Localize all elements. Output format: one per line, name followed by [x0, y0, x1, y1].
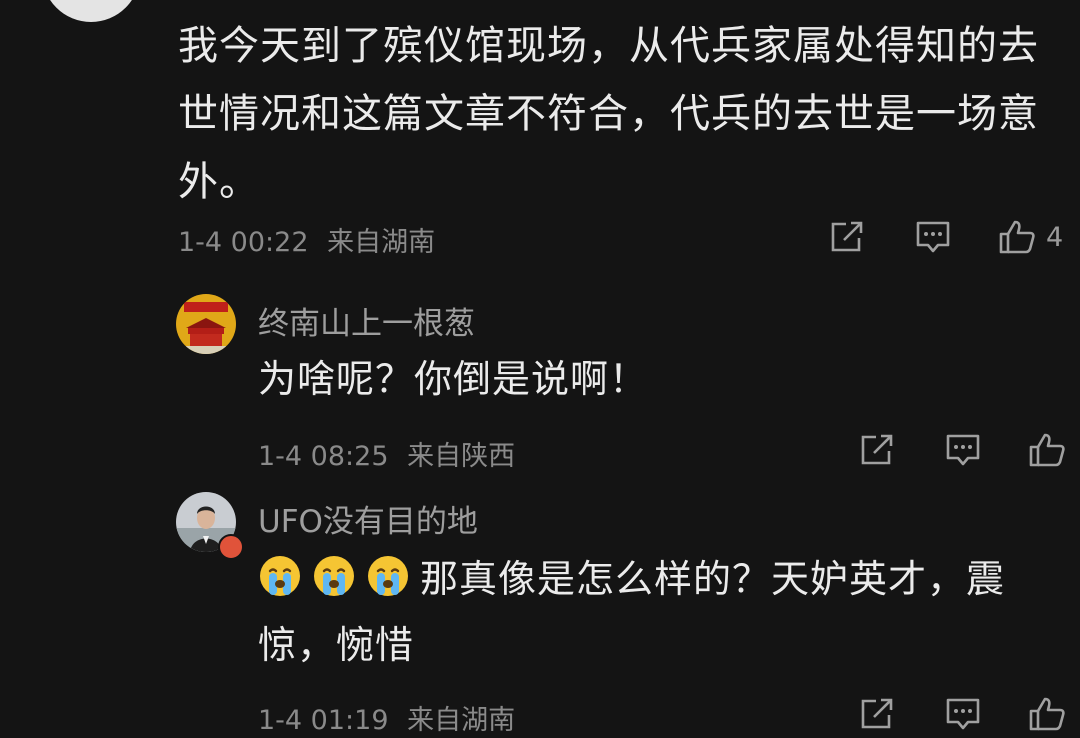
share-icon	[861, 698, 893, 729]
share-button[interactable]	[858, 696, 896, 732]
comment-time: 1-4 00:22	[178, 227, 309, 258]
like-button[interactable]	[1028, 696, 1066, 732]
comment-location: 来自湖南	[327, 227, 436, 258]
reply-icon	[946, 698, 980, 730]
reply-icon	[946, 434, 980, 466]
reply-button[interactable]	[944, 696, 982, 732]
reply-button[interactable]	[914, 219, 952, 255]
share-button[interactable]	[858, 432, 896, 468]
reply-time: 1-4 01:19	[258, 705, 389, 736]
reply-location: 来自湖南	[407, 705, 516, 736]
comment-meta: 1-4 00:22 来自湖南	[178, 220, 435, 259]
reply-text: 为啥呢？你倒是说啊！	[258, 357, 649, 401]
like-button[interactable]	[1028, 432, 1066, 468]
like-count: 4	[1046, 221, 1064, 253]
reply-button[interactable]	[944, 432, 982, 468]
like-icon	[1029, 433, 1065, 467]
reply-username[interactable]: UFO没有目的地	[258, 496, 478, 541]
crying-face-icon	[368, 556, 408, 596]
comment-text: 我今天到了殡仪馆现场，从代兵家属处得知的去世情况和这篇文章不符合，代兵的去世是一…	[178, 23, 1039, 205]
crying-face-icon	[314, 556, 354, 596]
reply-icon	[916, 221, 950, 253]
reply-location: 来自陕西	[407, 441, 516, 472]
reply-meta: 1-4 01:19 来自湖南	[258, 698, 515, 737]
reply-text-block: 那真像是怎么样的？天妒英才，震惊，惋惜	[258, 546, 1038, 678]
like-icon	[999, 220, 1035, 254]
reply-meta: 1-4 08:25 来自陕西	[258, 434, 515, 473]
avatar[interactable]	[176, 294, 236, 354]
like-button[interactable]: 4	[998, 219, 1063, 255]
share-button[interactable]	[828, 219, 866, 255]
reply-actions	[858, 432, 1066, 468]
tiananmen-avatar-icon	[176, 294, 236, 354]
comment-actions: 4	[828, 219, 1063, 255]
reply-time: 1-4 08:25	[258, 441, 389, 472]
share-icon	[831, 221, 863, 252]
like-icon	[1029, 697, 1065, 731]
comment-thread: 我今天到了殡仪馆现场，从代兵家属处得知的去世情况和这篇文章不符合，代兵的去世是一…	[0, 0, 1080, 738]
crying-face-icon	[260, 556, 300, 596]
share-icon	[861, 434, 893, 465]
reply-actions	[858, 696, 1066, 732]
verified-badge	[218, 534, 244, 560]
reply-username[interactable]: 终南山上一根葱	[258, 298, 475, 343]
avatar[interactable]	[42, 0, 140, 22]
